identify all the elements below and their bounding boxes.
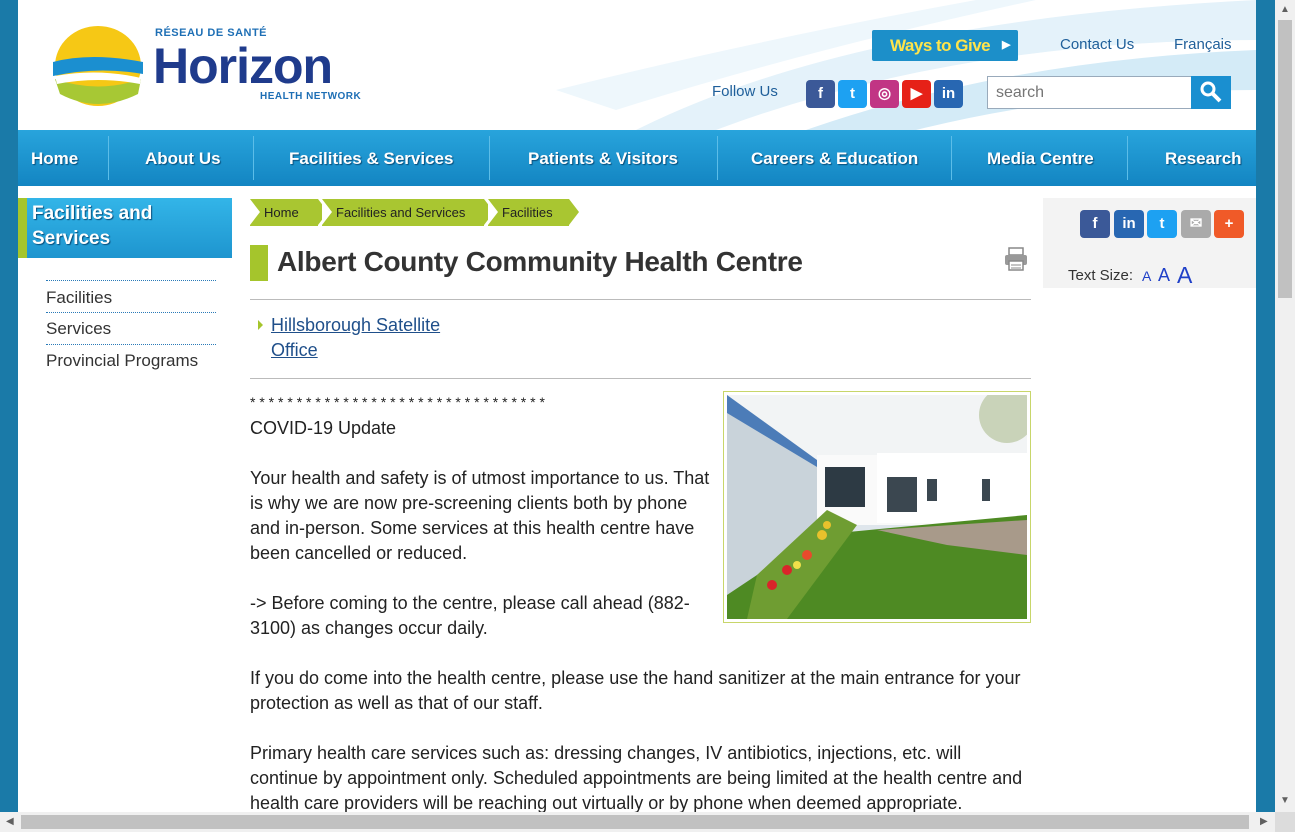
contact-us-link[interactable]: Contact Us [1060, 36, 1134, 53]
sidebar-item-provincial-programs[interactable]: Provincial Programs [46, 345, 216, 374]
ways-to-give-button[interactable]: Ways to Give ▶ [872, 30, 1018, 61]
header-swoosh-decoration [556, 0, 1256, 130]
title-accent [250, 245, 268, 281]
breadcrumb-facilities-services[interactable]: Facilities and Services [322, 199, 494, 226]
health-centre-photo [723, 387, 1035, 623]
linkedin-share-icon[interactable]: in [1114, 210, 1144, 238]
breadcrumb-facilities[interactable]: Facilities [488, 199, 579, 226]
facebook-icon[interactable]: f [806, 80, 835, 108]
text-size-medium-button[interactable]: A [1158, 265, 1170, 286]
nav-media-centre[interactable]: Media Centre [987, 130, 1094, 186]
sidebar-item-services[interactable]: Services [46, 313, 216, 342]
nav-careers-education[interactable]: Careers & Education [751, 130, 918, 186]
share-panel: f in t ✉ + Text Size: A A A [1043, 198, 1256, 288]
search-icon [1200, 81, 1222, 103]
vertical-scroll-thumb[interactable] [1278, 20, 1292, 298]
twitter-icon[interactable]: t [838, 80, 867, 108]
breadcrumb-home[interactable]: Home [250, 199, 328, 226]
body-paragraph: If you do come into the health centre, p… [250, 668, 1021, 713]
scrollbar-corner [1275, 812, 1295, 832]
more-share-icon[interactable]: + [1214, 210, 1244, 238]
nav-research[interactable]: Research [1165, 130, 1242, 186]
hillsborough-satellite-link[interactable]: Hillsborough Satellite Office [271, 313, 471, 363]
divider [250, 299, 1031, 300]
main-nav: Home About Us Facilities & Services Pati… [18, 130, 1256, 186]
page-title: Albert County Community Health Centre [277, 246, 803, 277]
print-icon[interactable] [1003, 246, 1029, 272]
vertical-scrollbar[interactable]: ▲ ▼ [1275, 0, 1295, 812]
scroll-right-icon[interactable]: ▶ [1260, 816, 1268, 827]
linkedin-icon[interactable]: in [934, 80, 963, 108]
facebook-share-icon[interactable]: f [1080, 210, 1110, 238]
nav-home[interactable]: Home [31, 130, 78, 186]
body-paragraph: Primary health care services such as: dr… [250, 743, 1023, 812]
instagram-icon[interactable]: ◎ [870, 80, 899, 108]
page: RÉSEAU DE SANTÉ Horizon HEALTH NETWORK W… [18, 0, 1256, 812]
search-input[interactable] [987, 76, 1193, 109]
chevron-right-icon: ▶ [1002, 39, 1010, 51]
covid-heading: COVID-19 Update [250, 418, 397, 438]
scroll-left-icon[interactable]: ◀ [6, 816, 14, 827]
text-size-label: Text Size: [1068, 267, 1134, 284]
horizon-logo[interactable]: RÉSEAU DE SANTÉ Horizon HEALTH NETWORK [50, 24, 390, 109]
horizontal-scroll-thumb[interactable] [21, 815, 1249, 829]
francais-link[interactable]: Français [1174, 36, 1232, 53]
logo-subtitle: HEALTH NETWORK [260, 91, 362, 102]
twitter-share-icon[interactable]: t [1147, 210, 1177, 238]
scroll-up-icon[interactable]: ▲ [1280, 4, 1290, 15]
link-arrow-icon [258, 320, 263, 330]
youtube-icon[interactable]: ▶ [902, 80, 931, 108]
nav-facilities-services[interactable]: Facilities & Services [289, 130, 453, 186]
horizontal-scrollbar[interactable]: ◀ ▶ [0, 812, 1295, 832]
divider [250, 378, 1031, 379]
sidebar-heading: Facilities and Services [18, 198, 232, 258]
nav-patients-visitors[interactable]: Patients & Visitors [528, 130, 678, 186]
scroll-down-icon[interactable]: ▼ [1280, 795, 1290, 806]
text-size-small-button[interactable]: A [1142, 268, 1151, 284]
follow-us-label: Follow Us [712, 83, 778, 100]
body-paragraph: Your health and safety is of utmost impo… [250, 468, 710, 563]
stars-divider: * * * * * * * * * * * * * * * * * * * * … [250, 394, 545, 410]
text-size-large-button[interactable]: A [1177, 262, 1192, 289]
sidebar-heading-text: Facilities and Services [32, 203, 153, 249]
nav-about-us[interactable]: About Us [145, 130, 221, 186]
email-share-icon[interactable]: ✉ [1181, 210, 1211, 238]
logo-mark-icon [53, 26, 143, 106]
search-button[interactable] [1191, 76, 1231, 109]
ways-to-give-label: Ways to Give [890, 36, 991, 55]
header: RÉSEAU DE SANTÉ Horizon HEALTH NETWORK W… [18, 0, 1256, 130]
body-paragraph: -> Before coming to the centre, please c… [250, 593, 690, 638]
sidebar-item-facilities[interactable]: Facilities [46, 282, 216, 311]
logo-wordmark: Horizon [153, 38, 333, 94]
